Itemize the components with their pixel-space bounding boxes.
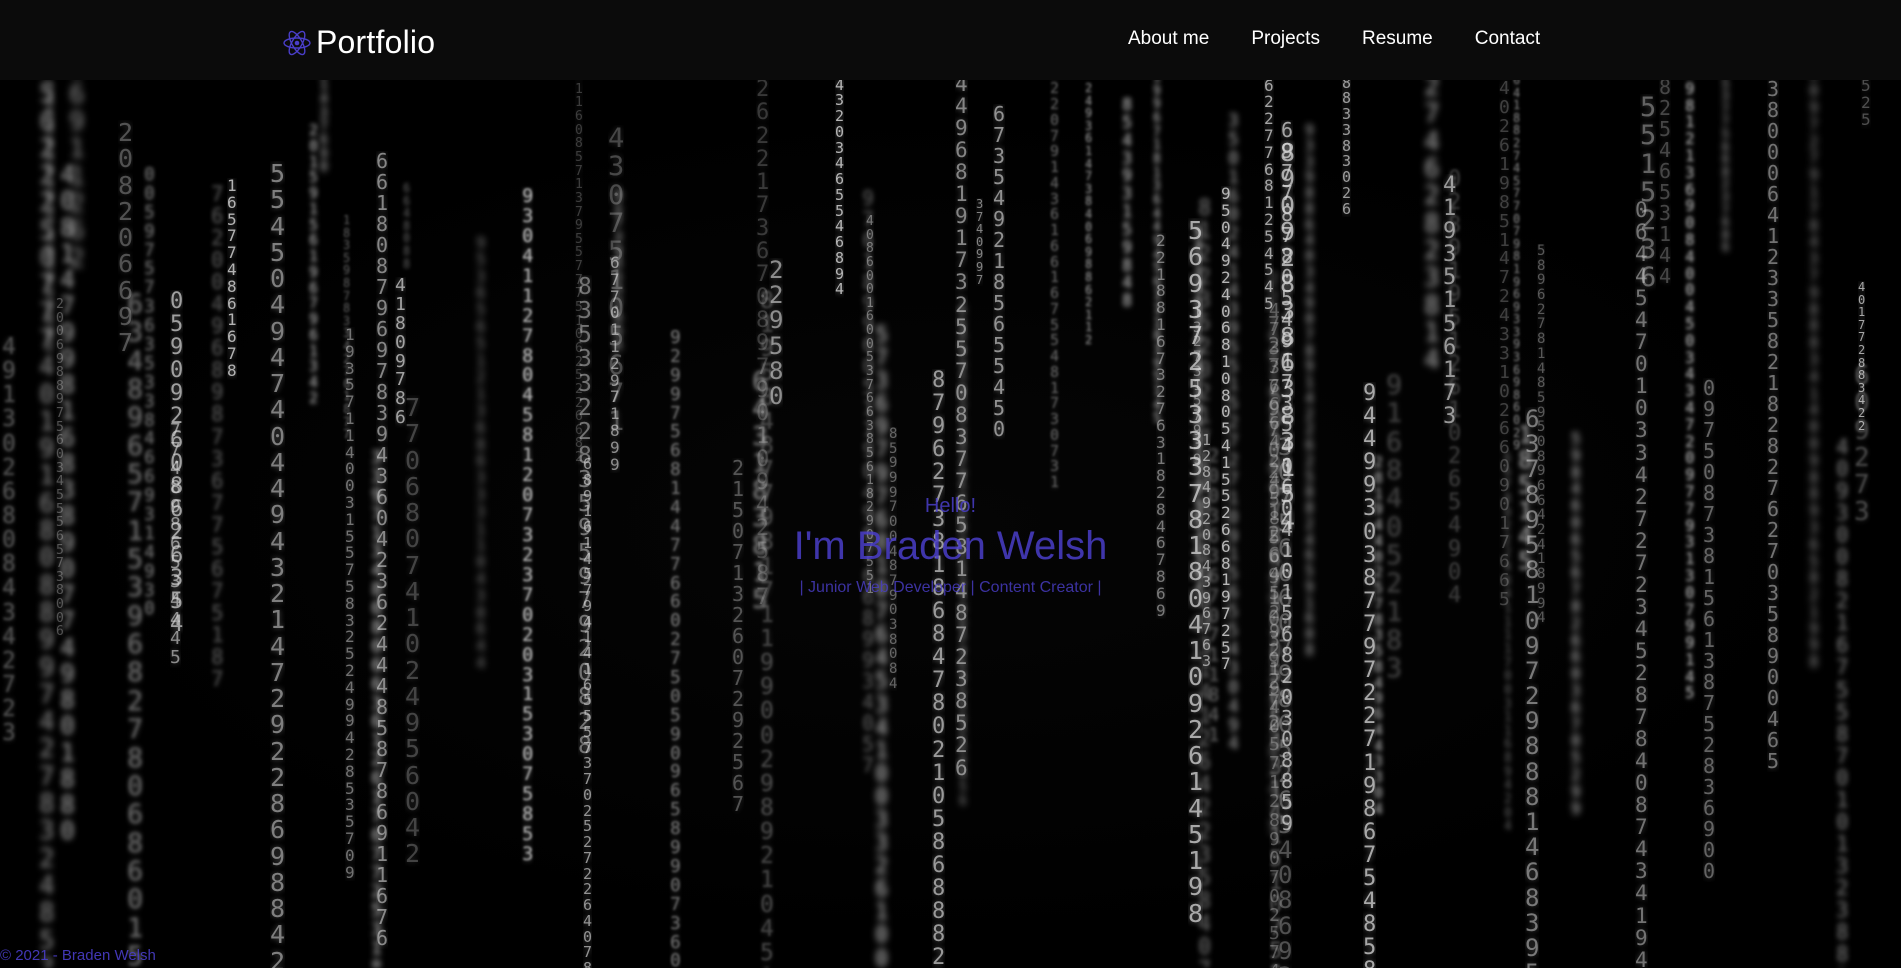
rain-column: 8 7 9 6 2 7 3 8 1 8 6 8 4 7 8 0 2 1 0 5 …	[932, 369, 946, 968]
rain-column: 2 6 5 5 6 5 6 1 0 2 7 4 8 3 0 6 2 8 8 2	[46, 82, 54, 355]
rain-column: 1 9 3 5 7 1 1 4 0 0 3 1 5 5 7 5 8 3 2 5 …	[345, 327, 355, 882]
rain-column: 8 9 0 9 2 8 3 8 6 3 8 3 1 5 4	[1280, 140, 1296, 534]
rain-column: 2 4 9 3 6 1 4 7 3 8 4 0 6 9 8 8 6 2 1 1 …	[1085, 82, 1093, 347]
rain-column: 6 7 3 5 4 9 2 1 8 5 6 5 5 4 5 0	[993, 104, 1006, 440]
nav-link-contact[interactable]: Contact	[1475, 28, 1540, 50]
rain-column: 9 4 4 9 6 8 1 9 1 7 3 2 5 5 7 0 8 3 7 7 …	[955, 80, 968, 779]
rain-column: 4 1 9 3 5 1 5 6 1 7 3	[1443, 174, 1457, 429]
hero: Hello! I'm Braden Welsh | Junior Web Dev…	[0, 495, 1901, 597]
nav-link-about[interactable]: About me	[1128, 28, 1209, 50]
rain-column: 5 7 3 6 9 7 9 7 6 8 1 0 7 6 4 5 3 4 1 0 …	[875, 324, 889, 968]
atom-icon	[282, 28, 312, 58]
rain-column: 3 8 8 7 5 2 5	[1861, 80, 1871, 129]
hero-greeting: Hello!	[924, 495, 977, 517]
rain-column: 9 2 9 9 7 5 6 8 1 4 4 7 7 6 6 0 2 7 5 0 …	[670, 329, 681, 968]
nav-links: About me Projects Resume Contact	[1128, 28, 1540, 50]
rain-column: 7 7 0 6 8 0 7 4 1 0 2 4 9 5 6 0 4 2	[405, 395, 421, 868]
rain-column: 1 8 9 2 2 0 7 9 1 4 3 6 1 6 6 1 6 7 5 5 …	[1050, 80, 1060, 491]
rain-column: 9 0 7 5 1 3 8 0 0 0 6 4 1 2 3 3 5 8 2 1 …	[1767, 80, 1780, 772]
rain-column: 2 0 0 6 2 7 4 6 2 8 2 3 8 1 4	[1424, 80, 1440, 375]
rain-column: 7 5 3 7 7 5 6 6 8 2 3 7 6 0 6	[1722, 80, 1730, 254]
rain-column: 2 2 9 5 8 0	[769, 258, 784, 410]
rain-column: 0 9 7 5 0 8 7 3 8 1 5 6 1 3 8 7 5 2 8 3 …	[1703, 378, 1716, 882]
hero-tagline: | Junior Web Developer | Content Creator…	[799, 579, 1102, 596]
rain-column: 3 5 0 1 6 0 2 4 1 4 3 9 5 5 1 5 2 7 2 7 …	[1228, 112, 1239, 755]
brand-title: Portfolio	[316, 24, 436, 60]
rain-column: 8 2 5 4 6 5 3 1 4 4	[1659, 80, 1672, 287]
rain-column: 6 4 1 8 8 2 7 4 5 7 7 0 7 9 8 1 9 6 9 3 …	[1513, 80, 1521, 452]
hero-name: I'm Braden Welsh	[793, 524, 1108, 568]
footer-copyright: © 2021 - Braden Welsh	[0, 947, 156, 964]
nav-link-resume[interactable]: Resume	[1362, 28, 1433, 50]
nav-link-projects[interactable]: Projects	[1251, 28, 1320, 50]
rain-column: 5 5 2 0 4 8 8 8 3 3 8 3 0 2 6	[1342, 80, 1352, 218]
rain-column: 6 6 4 8 0 8 8	[403, 182, 411, 271]
brand-link[interactable]: Portfolio	[282, 24, 435, 61]
rain-column: 2 0 1 5 9 1 5 6 1 9 6 7 9 6 1 3 4 2	[309, 123, 319, 407]
rain-column: 5 7 8 0 3 6 4 3 2 0 3 4 6 5 5 4 6 8 9 4	[835, 80, 845, 298]
navbar: Portfolio About me Projects Resume Conta…	[0, 0, 1901, 80]
rain-column: 5 9 8 4 6 0 6 5 6 7 8 2 6 6 0 3 6 7 0 5 …	[1571, 431, 1581, 818]
rain-column: 3 7 4 0 9 9 7	[976, 198, 984, 287]
rain-column: 7 6 2 0 0 4 9 6 8 9 8 7 3 6 7 7 5 6 7 5 …	[211, 183, 224, 691]
rain-column: 8 5 4 3 9 3 1 5 9 8 4 8	[1122, 97, 1133, 312]
rain-column: 1 6 5 7 7 4 8 6 1 6 7 8	[227, 178, 237, 380]
rain-column: 6 3 4 8 9 6 5 7 1 5 3 9 6 8 2 7 8 0 6 8 …	[127, 291, 144, 968]
rain-column: 2 0 8 2 0 6 6 9 7	[118, 120, 134, 357]
rain-column: 9 5 3 6 5 6 5 1 2 1 3 6 8 6 3 3 3 1 1 0 …	[476, 235, 486, 672]
rain-column: 4 7 3 3 6 6 6 4 2 4 5 8 5 6 4 5 2 9 2 1 …	[1269, 302, 1280, 968]
rain-column: 8 9 8 1 2 1 3 6 9 0 8 4 0 0 4 5 0 3 4 3 …	[1685, 80, 1695, 703]
rain-column: 4 3 0 7 5 1 0 5 6 7 1	[608, 125, 625, 437]
rain-column: 9 7 6 8 0 6 8 1 4 3 7 6 9 0	[320, 80, 328, 175]
